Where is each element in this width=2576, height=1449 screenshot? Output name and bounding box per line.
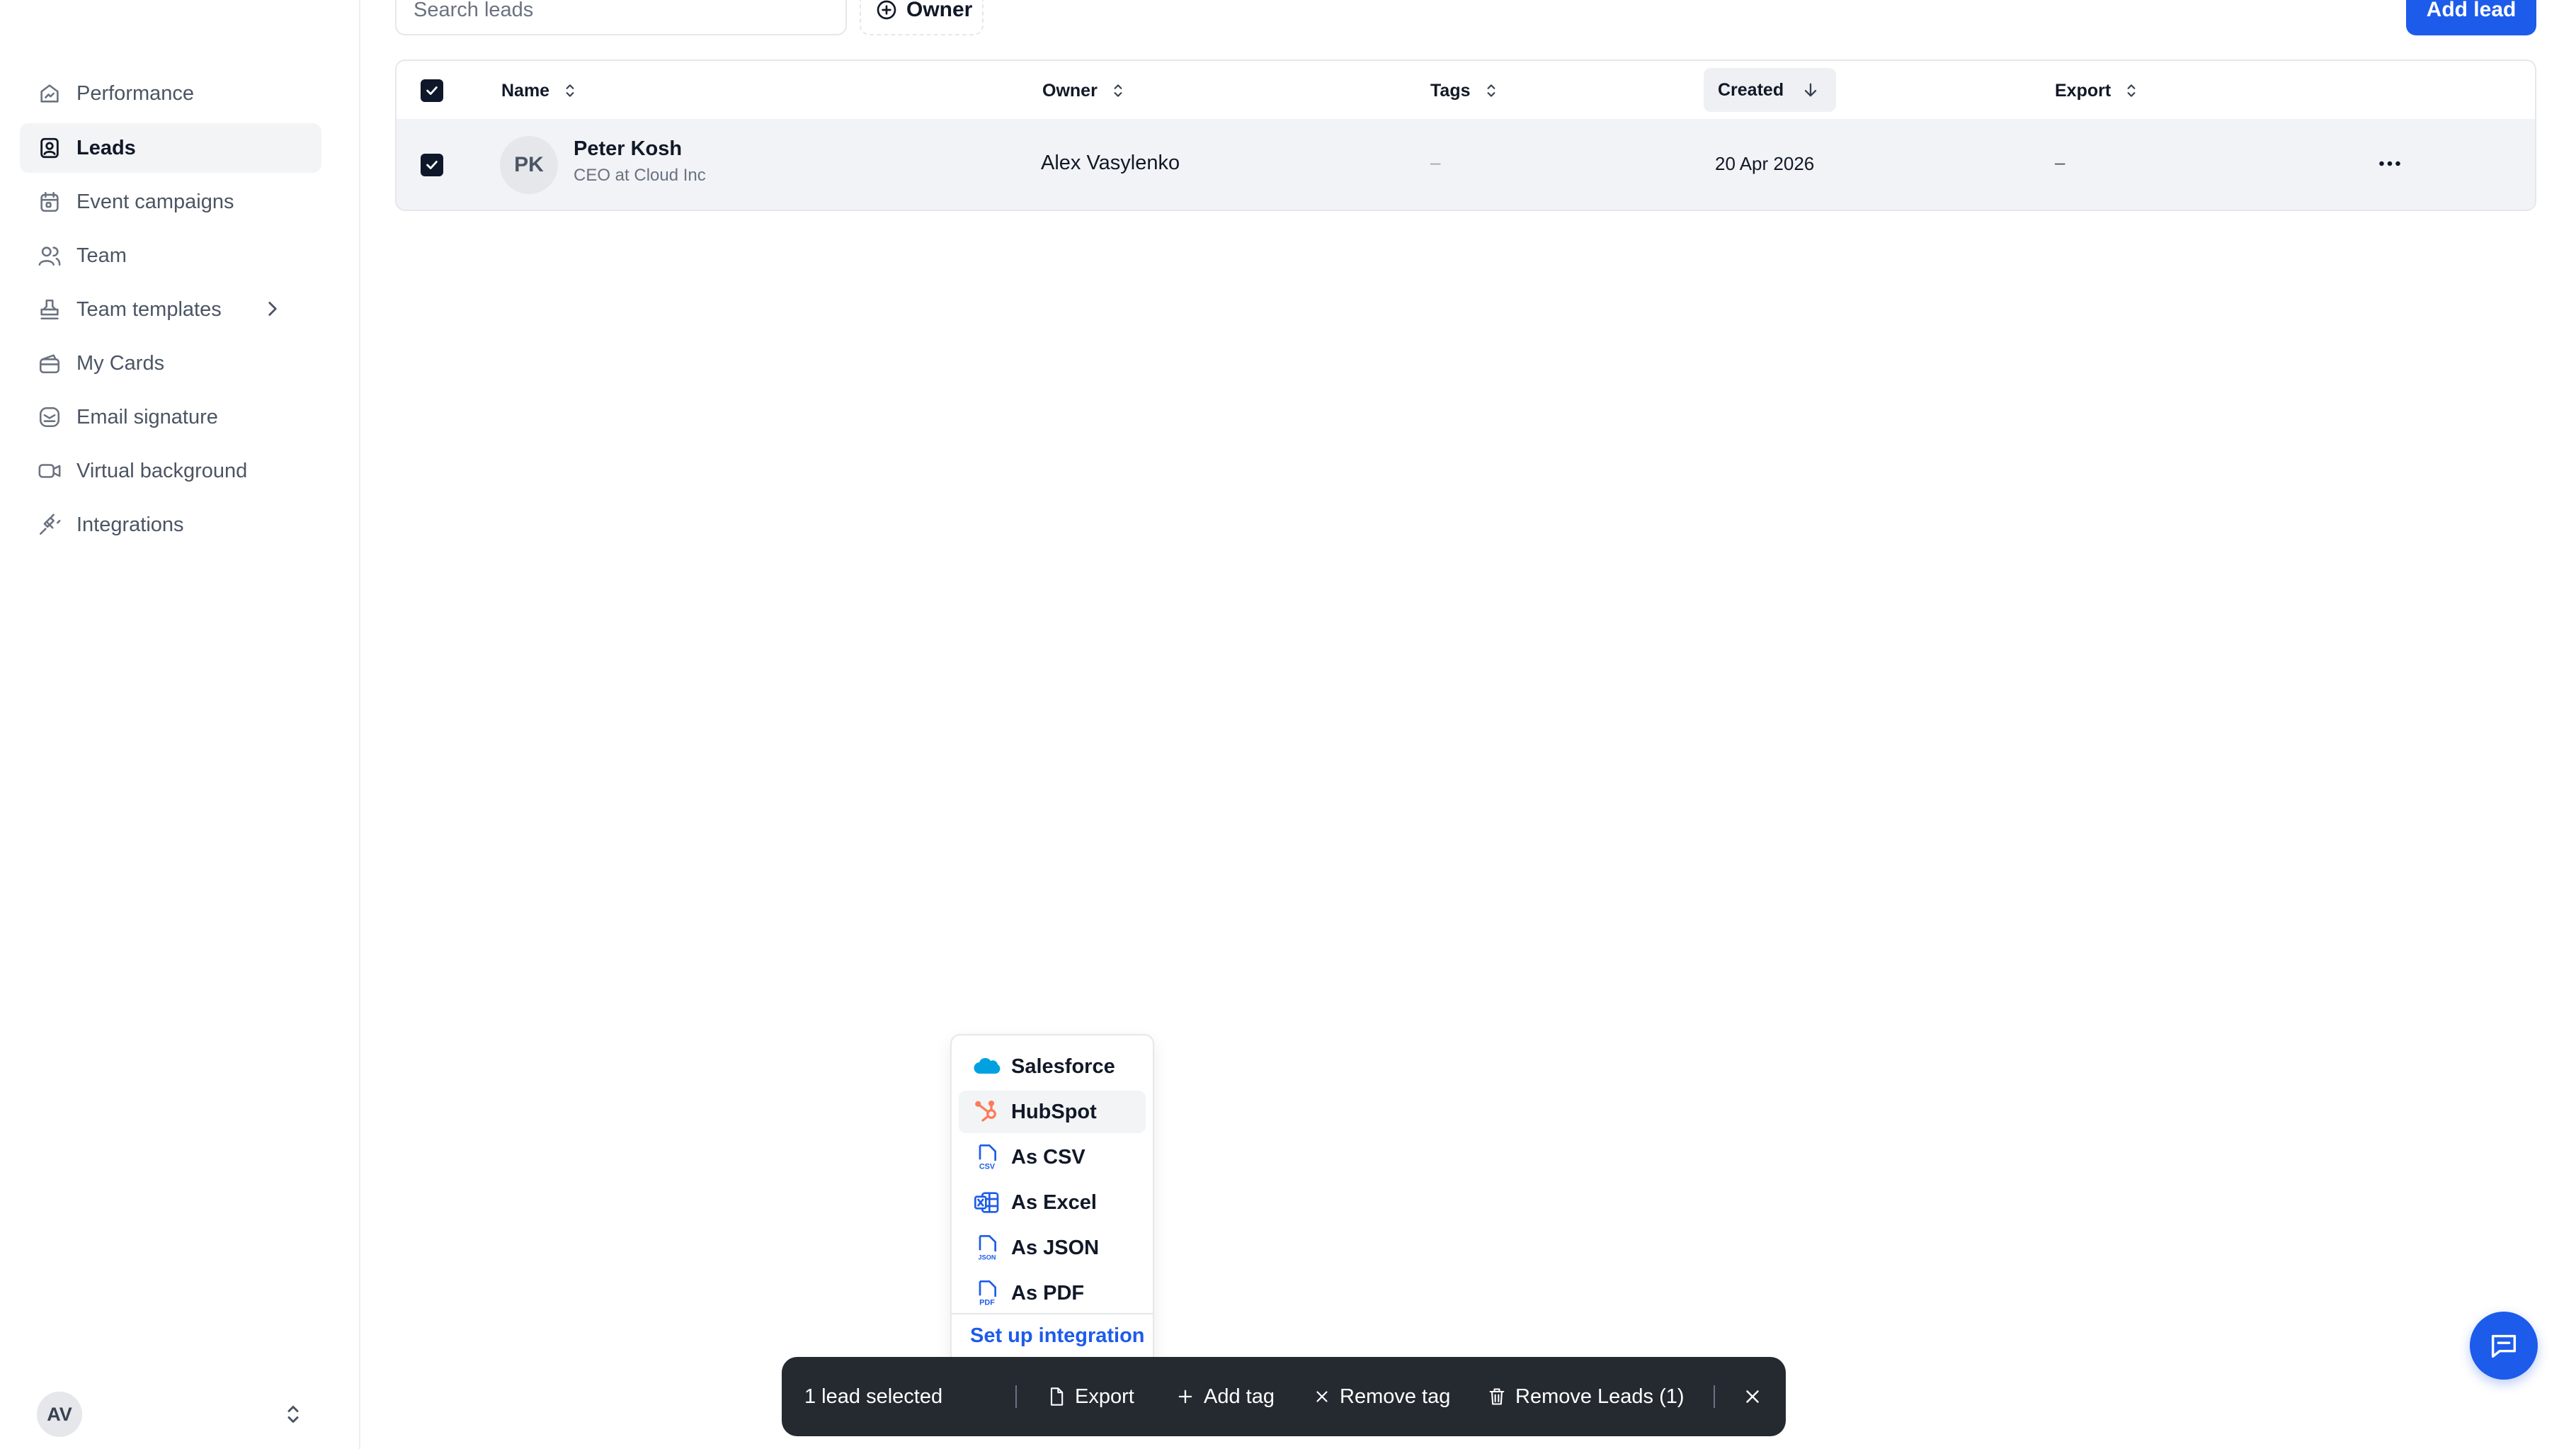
sidebar-item-team-templates[interactable]: Team templates: [20, 285, 321, 334]
avatar: PK: [500, 136, 558, 194]
sort-icon: [2122, 81, 2141, 100]
search-placeholder: Search leads: [414, 0, 534, 21]
wallet-icon: [37, 351, 62, 376]
hubspot-icon: [973, 1098, 1001, 1126]
close-icon: [1313, 1387, 1331, 1406]
menu-item-pdf[interactable]: PDF As PDF: [959, 1272, 1146, 1314]
selected-count: 1 lead selected: [804, 1385, 943, 1408]
lead-export-status: –: [2055, 152, 2065, 173]
menu-item-csv[interactable]: CSV As CSV: [959, 1136, 1146, 1178]
email-signature-icon: [37, 404, 62, 430]
sidebar-item-label: Team: [76, 244, 127, 267]
pdf-file-icon-label: PDF: [979, 1299, 995, 1307]
sidebar-item-performance[interactable]: Performance: [20, 69, 321, 118]
table-header: Name Owner Tags Created Export: [397, 61, 2535, 120]
add-lead-button[interactable]: Add lead: [2406, 0, 2536, 35]
sort-icon: [561, 81, 579, 100]
column-header-tags[interactable]: Tags: [1430, 76, 1500, 105]
json-file-icon: JSON: [973, 1234, 1001, 1262]
sort-icon: [1109, 81, 1127, 100]
sidebar-item-leads[interactable]: Leads: [20, 123, 321, 173]
menu-item-excel[interactable]: As Excel: [959, 1181, 1146, 1224]
remove-leads-button[interactable]: Remove Leads (1): [1487, 1381, 1685, 1412]
table-row[interactable]: PK Peter Kosh CEO at Cloud Inc Alex Vasy…: [397, 119, 2535, 210]
sidebar-item-event-campaigns[interactable]: Event campaigns: [20, 177, 321, 227]
divider: [1714, 1385, 1715, 1408]
divider: [1015, 1385, 1017, 1408]
arrow-down-icon: [1801, 80, 1820, 100]
lead-created-date: 20 Apr 2026: [1715, 153, 1815, 174]
more-options-icon[interactable]: [2373, 147, 2406, 180]
pdf-file-icon: PDF: [973, 1279, 1001, 1307]
menu-item-salesforce[interactable]: Salesforce: [959, 1045, 1146, 1088]
sort-icon: [1482, 81, 1500, 100]
sidebar-item-team[interactable]: Team: [20, 231, 321, 280]
team-icon: [37, 243, 62, 268]
sidebar-item-label: Team templates: [76, 297, 222, 321]
export-button[interactable]: Export: [1047, 1381, 1134, 1412]
leads-icon: [37, 135, 62, 161]
chevron-right-icon[interactable]: [261, 297, 285, 321]
sidebar: Performance Leads Event campaigns Team T…: [0, 0, 360, 1449]
search-input[interactable]: Search leads: [395, 0, 847, 35]
chat-support-button[interactable]: [2470, 1312, 2538, 1380]
lead-title: CEO at Cloud Inc: [574, 166, 706, 185]
csv-file-icon-label: CSV: [979, 1163, 996, 1171]
sidebar-item-label: Leads: [76, 136, 136, 159]
add-tag-button[interactable]: Add tag: [1175, 1381, 1275, 1412]
bulk-action-bar: 1 lead selected Export Add tag Remove ta…: [782, 1357, 1786, 1436]
excel-file-icon: [973, 1188, 1001, 1217]
trash-icon: [1487, 1387, 1507, 1407]
lead-owner: Alex Vasylenko: [1041, 152, 1180, 174]
file-icon: [1047, 1387, 1066, 1407]
sidebar-item-label: Performance: [76, 81, 195, 105]
column-header-owner[interactable]: Owner: [1042, 76, 1127, 105]
sidebar-item-virtual-background[interactable]: Virtual background: [20, 446, 321, 496]
sidebar-item-email-signature[interactable]: Email signature: [20, 392, 321, 442]
leads-table: Name Owner Tags Created Export PK Peter …: [395, 59, 2536, 211]
close-action-bar-icon[interactable]: [1742, 1381, 1763, 1412]
csv-file-icon: CSV: [973, 1143, 1001, 1171]
lead-name[interactable]: Peter Kosh: [574, 137, 682, 161]
remove-tag-button[interactable]: Remove tag: [1313, 1381, 1450, 1412]
sidebar-item-label: Integrations: [76, 513, 184, 536]
menu-item-hubspot[interactable]: HubSpot: [959, 1091, 1146, 1133]
column-header-export[interactable]: Export: [2055, 76, 2141, 105]
sidebar-item-label: Email signature: [76, 405, 218, 428]
chevron-up-down-icon: [280, 1402, 306, 1427]
owner-filter-label: Owner: [906, 0, 973, 21]
menu-divider: [952, 1313, 1153, 1314]
calendar-icon: [37, 189, 62, 215]
sidebar-item-label: My Cards: [76, 351, 165, 375]
menu-item-json[interactable]: JSON As JSON: [959, 1227, 1146, 1269]
stamp-icon: [37, 297, 62, 322]
plus-icon: [1175, 1387, 1195, 1407]
sidebar-item-label: Virtual background: [76, 459, 248, 482]
salesforce-icon: [973, 1052, 1001, 1081]
sidebar-item-integrations[interactable]: Integrations: [20, 500, 321, 550]
chat-icon: [2487, 1329, 2520, 1362]
avatar: AV: [37, 1392, 82, 1437]
video-icon: [37, 458, 62, 484]
plug-icon: [37, 512, 62, 538]
user-menu[interactable]: AV: [37, 1392, 306, 1437]
sidebar-item-label: Event campaigns: [76, 190, 234, 213]
setup-integration-link[interactable]: Set up integration: [970, 1324, 1145, 1348]
row-checkbox[interactable]: [421, 154, 443, 176]
column-header-created[interactable]: Created: [1704, 68, 1837, 112]
export-menu: Salesforce HubSpot CSV As CSV As Excel J…: [950, 1034, 1154, 1367]
select-all-checkbox[interactable]: [421, 79, 443, 102]
performance-icon: [37, 81, 62, 106]
column-header-name[interactable]: Name: [501, 76, 579, 105]
owner-filter-button[interactable]: Owner: [860, 0, 984, 35]
sidebar-item-my-cards[interactable]: My Cards: [20, 339, 321, 388]
json-file-icon-label: JSON: [979, 1254, 996, 1261]
lead-tags: –: [1430, 152, 1441, 173]
plus-circle-icon: [875, 0, 898, 21]
